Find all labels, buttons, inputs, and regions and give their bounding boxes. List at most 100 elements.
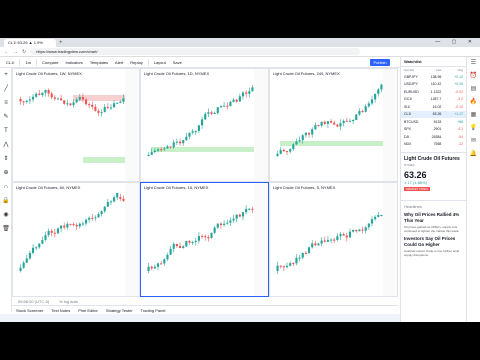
candle-body [348, 120, 352, 122]
browser-tab[interactable]: CL1! 63.26 ▲ 1.9% [4, 39, 56, 47]
candle-body [22, 101, 25, 103]
url-input[interactable]: https://www.tradingview.com/chart/ [30, 48, 361, 55]
chart-pane[interactable]: Light Crude Oil Futures, 240, NYMEX [269, 68, 398, 182]
watchlist-row[interactable]: BTCUSD 5133 +88 [401, 118, 466, 126]
indicators-button[interactable]: Indicators [63, 59, 84, 66]
watchlist-icon[interactable]: ☰ [467, 57, 480, 70]
alert-button[interactable]: Alert [113, 59, 125, 66]
measure-icon[interactable]: ⇕ [0, 152, 12, 166]
candle-body [19, 267, 22, 271]
candle-body [201, 236, 204, 238]
candle-body [169, 248, 172, 255]
new-tab-icon[interactable]: + [59, 39, 63, 47]
zoom-icon[interactable]: ⊕ [0, 166, 12, 180]
chart-pane[interactable]: Light Crude Oil Futures, 5, NYMEX [269, 182, 398, 297]
pane-title: Light Crude Oil Futures, 1W, NYMEX [16, 71, 82, 76]
chat-icon[interactable]: ✉ [467, 135, 480, 148]
candle-body [84, 219, 88, 224]
fib-icon[interactable]: ≡ [0, 96, 12, 110]
crosshair-icon[interactable]: + [0, 68, 12, 82]
candle-body [35, 93, 38, 97]
news-headline[interactable]: Investors Say Oil Prices Could Go Higher [404, 236, 463, 247]
chart-pane[interactable]: Light Crude Oil Futures, 1W, NYMEX [12, 68, 140, 182]
ideas-icon[interactable]: 💡 [467, 122, 480, 135]
tab-pine-editor[interactable]: Pine Editor [78, 308, 98, 313]
candle-body [122, 198, 125, 201]
interval-button[interactable]: 1m [23, 59, 33, 66]
watchlist-row[interactable]: GBPJPY 138.95 +0.12 [401, 73, 466, 81]
notifications-icon[interactable]: 🔔 [467, 148, 480, 161]
reload-icon[interactable]: ↻ [22, 49, 26, 55]
candle-body [31, 247, 35, 254]
forward-icon[interactable]: → [13, 49, 18, 55]
trendline-icon[interactable]: ╱ [0, 82, 12, 96]
candlestick-chart [147, 69, 268, 181]
trash-icon[interactable]: 🗑 [0, 222, 12, 236]
watchlist-row[interactable]: CL1! 63.26 +1.17 [401, 110, 466, 118]
candle-body [352, 229, 355, 232]
watchlist-row[interactable]: SPX 2901 -4.1 [401, 126, 466, 134]
symbol-button[interactable]: CL1! [4, 59, 16, 66]
market-status-badge: MARKET OPEN [404, 187, 430, 191]
templates-button[interactable]: Templates [88, 59, 110, 66]
publish-button[interactable]: Publish [370, 59, 390, 66]
save-button[interactable]: Save [171, 59, 184, 66]
chart-pane-selected[interactable]: Light Crude Oil Futures, 15, NYMEX [140, 182, 269, 297]
candle-body [78, 223, 81, 227]
tab-text-notes[interactable]: Text Notes [51, 308, 70, 313]
candle-body [47, 230, 50, 236]
watchlist-row[interactable]: SI1! 15.02 -0.10 [401, 103, 466, 111]
candle-body [50, 230, 53, 233]
candle-body [75, 99, 78, 103]
candle-body [113, 197, 116, 202]
watchlist-title[interactable]: Watchlist [401, 57, 466, 67]
watchlist-row[interactable]: GC1! 1287.7 -3.2 [401, 96, 466, 104]
brush-icon[interactable]: ✎ [0, 110, 12, 124]
candle-body [75, 224, 78, 227]
candle-body [91, 217, 94, 219]
tab-stock-screener[interactable]: Stock Screener [16, 308, 43, 313]
chart-pane[interactable]: Light Crude Oil Futures, 60, NYMEX [12, 182, 140, 297]
candle-body [276, 153, 279, 156]
candle-body [207, 112, 210, 114]
tab-trading-panel[interactable]: Trading Panel [141, 308, 166, 313]
candle-body [172, 142, 175, 148]
candle-body [172, 243, 175, 249]
candle-body [326, 121, 329, 124]
candlestick-chart [276, 183, 397, 296]
window-controls[interactable]: — ▢ ✕ [435, 39, 477, 45]
hotlist-icon[interactable]: 🔥 [467, 96, 480, 109]
candle-body [323, 121, 326, 124]
layout-button[interactable]: Layout [152, 59, 168, 66]
watchlist-row[interactable]: EURUSD 1.1322 -0.02 [401, 88, 466, 96]
magnet-icon[interactable]: ∩ [0, 180, 12, 194]
text-icon[interactable]: T [0, 124, 12, 138]
calendar-icon[interactable]: ▦ [467, 109, 480, 122]
chart-pane[interactable]: Light Crude Oil Futures, 1D, NYMEX [140, 68, 269, 182]
pattern-icon[interactable]: ⋀ [0, 138, 12, 152]
watchlist-row[interactable]: USDJPY 110.42 +0.05 [401, 81, 466, 89]
replay-button[interactable]: Replay [128, 59, 144, 66]
demand-zone [83, 157, 125, 163]
scale-options[interactable]: % log auto [59, 299, 78, 304]
candle-body [248, 91, 251, 94]
watchlist-last: 15.02 [432, 104, 442, 109]
candle-body [169, 146, 172, 148]
alerts-icon[interactable]: ⏰ [467, 70, 480, 83]
candle-body [119, 101, 122, 103]
news-headline[interactable]: Why Oil Prices Rallied 4% This Year [404, 212, 463, 223]
news-section: Headlines Why Oil Prices Rallied 4% This… [401, 200, 466, 260]
lock-icon[interactable]: 🔒 [0, 194, 12, 208]
candle-body [66, 223, 69, 228]
candle-body [72, 102, 75, 106]
eye-icon[interactable]: ◉ [0, 208, 12, 222]
compare-button[interactable]: Compare [40, 59, 60, 66]
candle-body [342, 234, 345, 236]
candlestick-chart [19, 69, 139, 181]
candle-body [226, 105, 229, 107]
back-icon[interactable]: ← [4, 49, 9, 55]
watchlist-row[interactable]: DJI 26384 -54 [401, 133, 466, 141]
data-window-icon[interactable]: ▤ [467, 83, 480, 96]
watchlist-row[interactable]: NDX 7558 -12 [401, 141, 466, 149]
tab-strategy-tester[interactable]: Strategy Tester [106, 308, 133, 313]
